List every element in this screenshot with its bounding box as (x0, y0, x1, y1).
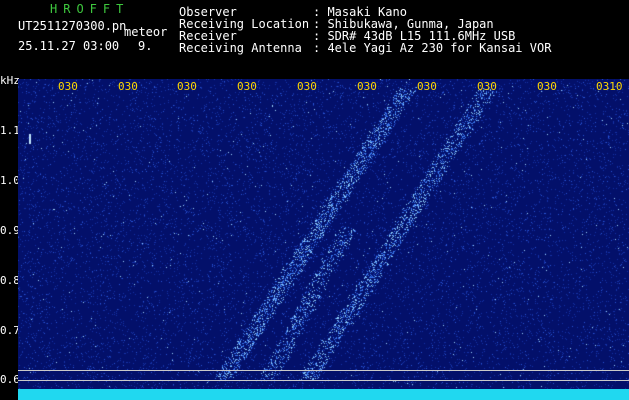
x-tick-label: 030 (297, 80, 317, 93)
app-brand: HROFFT (50, 2, 130, 16)
label-antenna: Receiving Antenna (179, 41, 302, 55)
file-name: UT2511270300.pn (18, 19, 127, 33)
mode-tag: meteor (124, 25, 168, 39)
x-tick-label: 030 (417, 80, 437, 93)
x-tick-label: 0310 (596, 80, 623, 93)
spectrogram-canvas (18, 79, 629, 400)
timestamp: 25.11.27 03:00 (18, 39, 120, 53)
x-tick-label: 030 (237, 80, 257, 93)
y-tick-label: 1.0 (0, 174, 20, 187)
spectrogram-panel (18, 79, 629, 400)
y-axis-unit: kHz (0, 74, 20, 87)
y-tick-label: 0.6 (0, 373, 20, 386)
noise-level-bar (18, 389, 629, 400)
x-tick-label: 030 (58, 80, 78, 93)
y-tick-label: 1.1 (0, 124, 20, 137)
x-tick-label: 030 (357, 80, 377, 93)
x-tick-label: 030 (477, 80, 497, 93)
y-tick-label: 0.8 (0, 274, 20, 287)
y-tick-label: 0.9 (0, 224, 20, 237)
reference-line (18, 380, 629, 381)
x-tick-label: 030 (537, 80, 557, 93)
value-antenna: : 4ele Yagi Az 230 for Kansai VOR (313, 41, 552, 55)
detection-count: 9. (138, 39, 153, 53)
x-tick-label: 030 (177, 80, 197, 93)
y-tick-label: 0.7 (0, 324, 20, 337)
reference-line (18, 370, 629, 371)
x-tick-label: 030 (118, 80, 138, 93)
